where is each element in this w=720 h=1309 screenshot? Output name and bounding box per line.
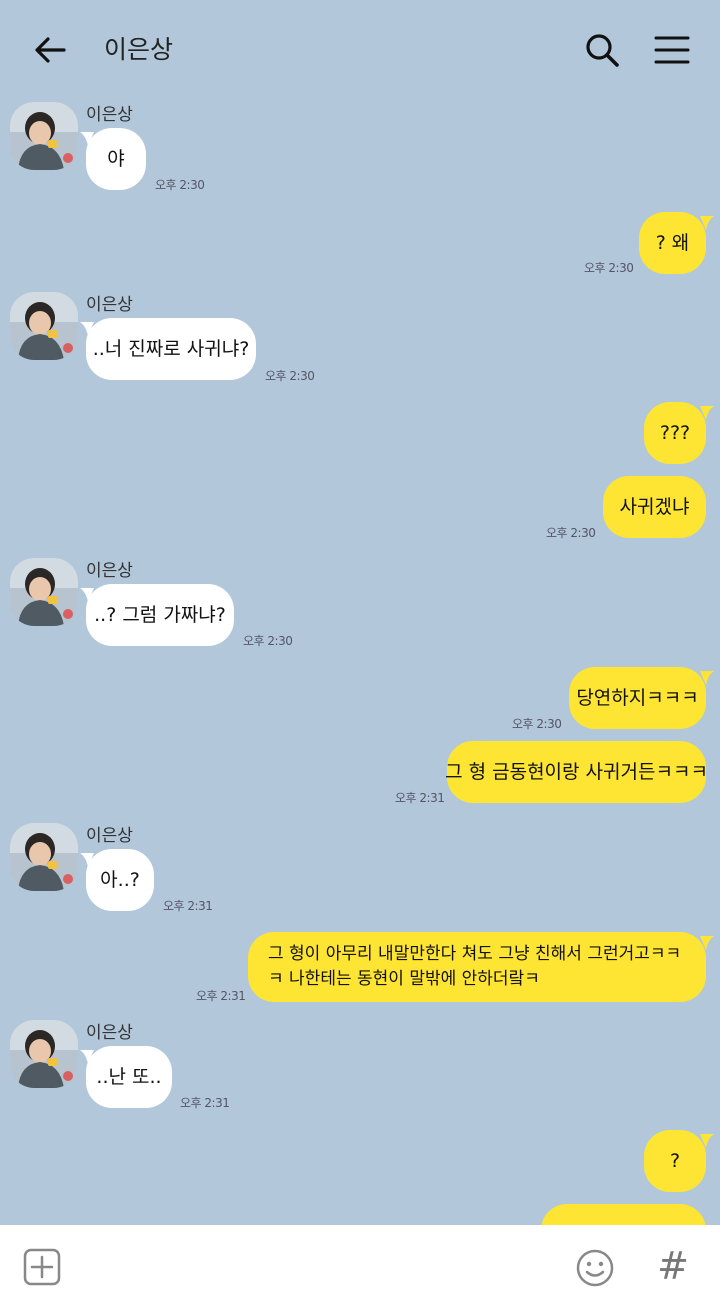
outgoing-message[interactable]: 그 형이 아무리 내말만한다 쳐도 그냥 친해서 그런거고ㅋㅋㅋ 나한테는 동현… [248, 932, 706, 1002]
search-button[interactable] [580, 28, 624, 72]
message-time: 오후 2:31 [163, 899, 213, 913]
sender-name: 이은상 [86, 826, 133, 846]
back-button[interactable] [28, 28, 72, 72]
incoming-message[interactable]: 야 [86, 128, 146, 190]
message-list[interactable]: 이은상 야 오후 2:30 ? 왜 오후 2:30 이은상 ..너 진짜로 사귀… [0, 98, 720, 1225]
plus-square-icon [23, 1248, 61, 1286]
message-time: 오후 2:30 [243, 634, 293, 648]
message-time: 오후 2:30 [512, 717, 562, 731]
sender-name: 이은상 [86, 105, 133, 125]
message-composer: # [0, 1225, 720, 1309]
sender-name: 이은상 [86, 1023, 133, 1043]
hamburger-menu-icon [654, 36, 690, 64]
outgoing-message[interactable]: 그 형 금동현이랑 사귀거든ㅋㅋㅋ [445, 741, 708, 803]
message-time: 오후 2:30 [546, 526, 596, 540]
incoming-message[interactable]: ..너 진짜로 사귀냐? [86, 318, 256, 380]
outgoing-message[interactable]: ? 왜 [639, 212, 706, 274]
profile-photo [10, 1020, 78, 1088]
hashtag-icon[interactable]: # [652, 1243, 694, 1289]
outgoing-message[interactable]: 사귀겠냐 [603, 476, 706, 538]
incoming-message[interactable]: ..난 또.. [86, 1046, 172, 1108]
avatar[interactable] [10, 292, 78, 360]
outgoing-message[interactable]: ??? [644, 402, 706, 464]
outgoing-message[interactable]: ? [644, 1130, 706, 1192]
chat-header: 이은상 [0, 0, 720, 98]
message-time: 오후 2:31 [196, 989, 246, 1003]
profile-photo [10, 823, 78, 891]
avatar[interactable] [10, 102, 78, 170]
message-time: 오후 2:30 [155, 178, 205, 192]
emoji-button[interactable] [574, 1247, 616, 1289]
profile-photo [10, 102, 78, 170]
incoming-message[interactable]: 아..? [86, 849, 154, 911]
arrow-left-icon [35, 37, 66, 63]
sender-name: 이은상 [86, 295, 133, 315]
incoming-message[interactable]: ..? 그럼 가짜냐? [86, 584, 234, 646]
sender-name: 이은상 [86, 561, 133, 581]
attach-button[interactable] [22, 1247, 62, 1287]
avatar[interactable] [10, 1020, 78, 1088]
menu-button[interactable] [650, 28, 694, 72]
smiley-icon [576, 1249, 614, 1287]
search-icon [586, 34, 619, 67]
outgoing-message-partial[interactable] [541, 1204, 706, 1225]
message-time: 오후 2:31 [395, 791, 445, 805]
outgoing-message[interactable]: 당연하지ㅋㅋㅋ [569, 667, 706, 729]
message-time: 오후 2:30 [265, 369, 315, 383]
chat-title: 이은상 [104, 35, 174, 64]
avatar[interactable] [10, 558, 78, 626]
profile-photo [10, 292, 78, 360]
message-time: 오후 2:30 [584, 261, 634, 275]
avatar[interactable] [10, 823, 78, 891]
profile-photo [10, 558, 78, 626]
message-time: 오후 2:31 [180, 1096, 230, 1110]
